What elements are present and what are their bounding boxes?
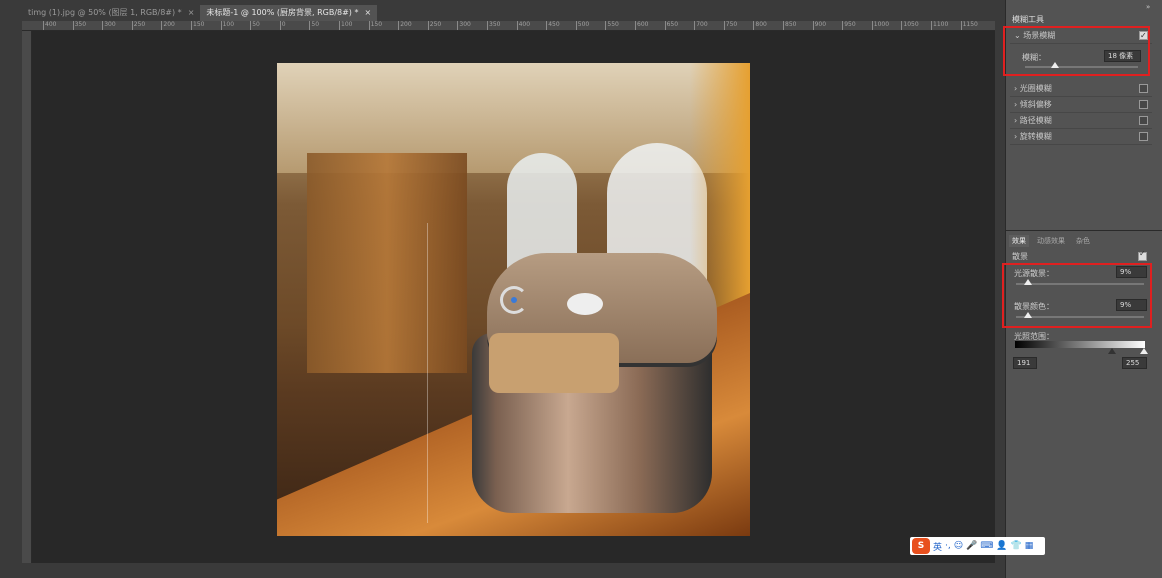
ruler-tick: 800	[753, 21, 767, 30]
ime-toolbar: S 英 ·, ☺ 🎤 ⌨ 👤 👕 ▦	[910, 537, 1045, 555]
ruler-tick: 500	[575, 21, 589, 30]
ruler-tick: 1150	[960, 21, 978, 30]
ruler-tick: 100	[339, 21, 352, 30]
microphone-icon[interactable]: 🎤	[966, 541, 977, 551]
blur-pin-handle[interactable]	[500, 286, 528, 314]
ruler-tick: 600	[635, 21, 648, 30]
double-arrow-icon[interactable]: »	[1146, 3, 1150, 11]
ruler-tick: 0	[279, 21, 286, 30]
document-tabs: timg (1).jpg @ 50% (图层 1, RGB/8#) * × 未标题…	[22, 5, 378, 21]
ruler-tick: 400	[516, 21, 530, 30]
user-icon[interactable]: 👤	[996, 541, 1007, 551]
ruler-tick: 250	[427, 21, 441, 30]
iris-blur-checkbox[interactable]	[1139, 84, 1148, 93]
ruler-tick: 250	[131, 21, 145, 30]
path-blur-row[interactable]: › 路径模糊	[1010, 113, 1152, 129]
ruler-tick: 50	[250, 21, 260, 30]
tilt-shift-row[interactable]: › 倾斜偏移	[1010, 97, 1152, 113]
tab-timg[interactable]: timg (1).jpg @ 50% (图层 1, RGB/8#) * ×	[22, 5, 201, 21]
tab-motion-effects[interactable]: 动感效果	[1034, 235, 1068, 247]
iris-blur-row[interactable]: › 光圈模糊	[1010, 81, 1152, 97]
ruler-tick: 650	[664, 21, 678, 30]
spin-blur-checkbox[interactable]	[1139, 132, 1148, 141]
ruler-tick: 100	[220, 21, 234, 30]
ruler-tick: 400	[43, 21, 56, 30]
ruler-tick: 1100	[931, 21, 948, 30]
light-range-low-handle[interactable]	[1108, 348, 1116, 354]
ruler-tick: 150	[191, 21, 204, 30]
ruler-tick: 300	[457, 21, 471, 30]
ruler-tick: 350	[72, 21, 86, 30]
light-range-gradient	[1015, 341, 1145, 348]
tab-noise[interactable]: 杂色	[1073, 235, 1093, 247]
keyboard-icon[interactable]: ⌨	[980, 541, 993, 551]
bokeh-label: 散景	[1012, 252, 1028, 261]
close-icon[interactable]: ×	[364, 8, 371, 17]
bokeh-checkbox[interactable]	[1138, 249, 1147, 261]
close-icon[interactable]: ×	[188, 8, 195, 17]
ruler-tick: 150	[368, 21, 382, 30]
ruler-tick: 450	[546, 21, 560, 30]
spin-blur-row[interactable]: › 旋转模糊	[1010, 129, 1152, 145]
light-range-high-input[interactable]: 255	[1122, 357, 1147, 369]
sogou-logo[interactable]: S	[912, 538, 930, 554]
ruler-tick: 200	[161, 21, 175, 30]
ruler-tick: 700	[694, 21, 708, 30]
punctuation-icon[interactable]: ·,	[945, 541, 951, 551]
tab-blur-tools[interactable]: 模糊工具	[1007, 13, 1049, 27]
tab-untitled[interactable]: 未标题-1 @ 100% (厨房背景, RGB/8#) * ×	[200, 5, 378, 21]
path-blur-checkbox[interactable]	[1139, 116, 1148, 125]
ruler-tick: 900	[812, 21, 826, 30]
toolbox-icon[interactable]: ▦	[1025, 541, 1034, 551]
ime-lang-toggle[interactable]: 英	[933, 540, 942, 553]
highlight-box	[1002, 263, 1152, 328]
tab-effects[interactable]: 效果	[1009, 235, 1029, 247]
ruler-tick: 50	[309, 21, 319, 30]
light-range-low-input[interactable]: 191	[1013, 357, 1037, 369]
ruler-tick: 300	[102, 21, 116, 30]
ruler-vertical	[22, 31, 32, 563]
panel-divider	[1005, 230, 1162, 231]
ruler-tick: 950	[842, 21, 856, 30]
emoji-icon[interactable]: ☺	[954, 541, 963, 551]
ruler-horizontal: 400 350 300 250 200 150 100 50 0 50 100 150 200 250 30…	[22, 21, 995, 31]
highlight-box	[1003, 26, 1150, 76]
tilt-shift-checkbox[interactable]	[1139, 100, 1148, 109]
ruler-tick: 750	[723, 21, 737, 30]
ruler-tick: 350	[487, 21, 500, 30]
skin-icon[interactable]: 👕	[1011, 541, 1022, 551]
ruler-tick: 1000	[871, 21, 889, 30]
light-range-high-handle[interactable]	[1140, 348, 1148, 354]
ruler-tick: 550	[605, 21, 619, 30]
ruler-tick: 850	[783, 21, 796, 30]
ruler-tick: 1050	[901, 21, 919, 30]
ruler-tick: 200	[398, 21, 412, 30]
